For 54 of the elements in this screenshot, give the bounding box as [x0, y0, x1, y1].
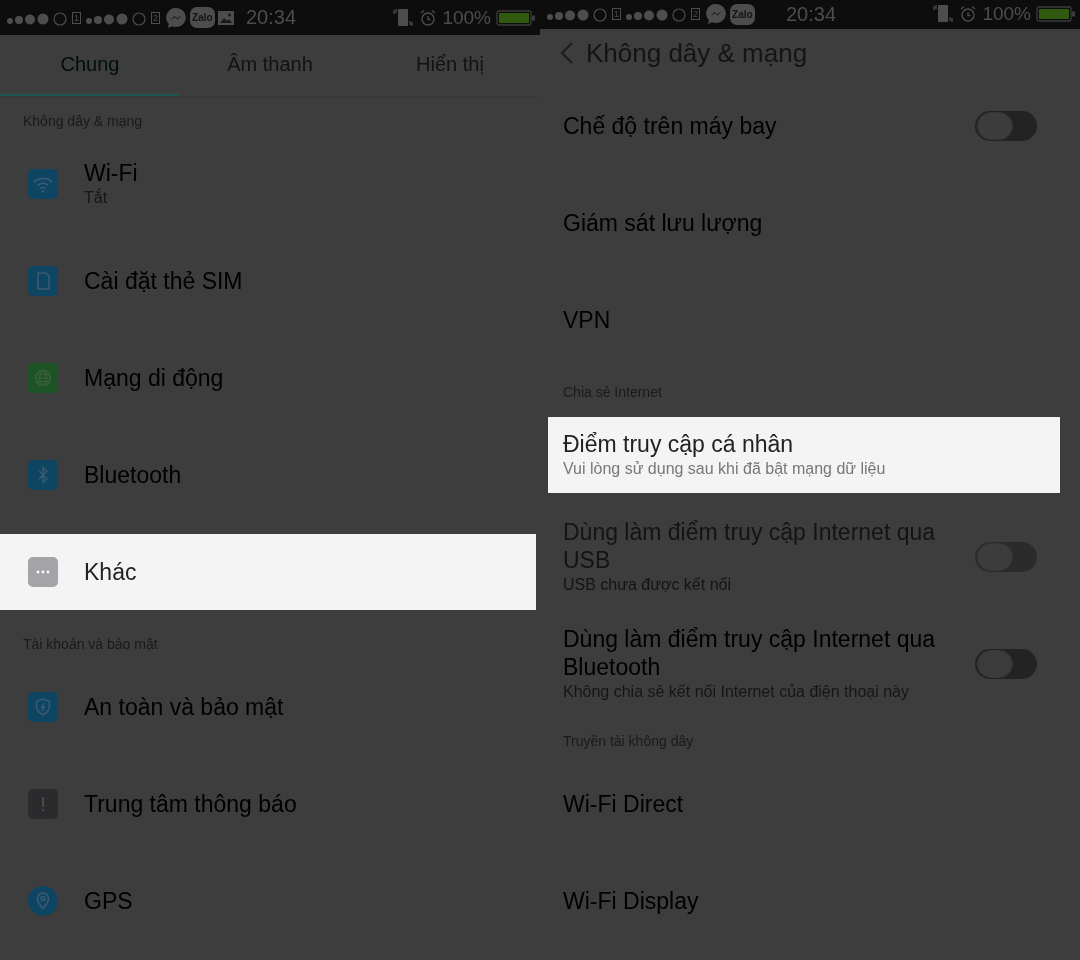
row-title: Điểm truy cập cá nhân	[563, 430, 795, 458]
signal-dots-icon	[6, 9, 70, 26]
row-title: Dùng làm điểm truy cập Internet qua Bluetooth	[563, 625, 937, 681]
settings-row[interactable]: Mạng di động	[0, 340, 536, 416]
row-title: Wi-Fi Display	[563, 887, 700, 915]
app-notification-icon: Zalo	[190, 7, 215, 29]
sim-slot-badge: 1	[72, 11, 81, 24]
settings-row[interactable]: GPS	[0, 863, 536, 939]
toggle-switch[interactable]	[975, 649, 1037, 679]
back-icon	[560, 41, 574, 66]
signal-dots-icon	[546, 6, 610, 23]
settings-row[interactable]: Wi-Fi Display	[548, 863, 1060, 939]
clock-time: 20:34	[245, 6, 297, 30]
settings-row[interactable]: An toàn và bảo mật	[0, 669, 536, 745]
settings-row[interactable]: Trung tâm thông báo	[0, 766, 536, 842]
settings-row[interactable]: Wi-Fi Direct	[548, 766, 1060, 842]
battery-icon	[1036, 5, 1076, 24]
row-title: Khác	[84, 558, 138, 586]
row-title: Chế độ trên máy bay	[563, 112, 778, 140]
sim-slot-badge: 1	[612, 8, 621, 21]
row-title: Giám sát lưu lượng	[563, 209, 764, 237]
vibrate-icon	[932, 4, 955, 25]
settings-row[interactable]: Khác	[0, 534, 536, 610]
row-title: An toàn và bảo mật	[84, 693, 285, 721]
app-notification-icon: Zalo	[730, 3, 755, 25]
vibrate-icon	[392, 7, 415, 28]
row-title: Wi-Fi	[84, 159, 139, 187]
settings-row[interactable]: Chế độ trên máy bay	[548, 88, 1060, 164]
chat-bubble-icon	[164, 5, 189, 30]
battery-percent: 100%	[442, 6, 491, 29]
settings-row[interactable]: Cài đặt thẻ SIM	[0, 243, 536, 319]
clock-time: 20:34	[785, 2, 837, 26]
row-title: Wi-Fi Direct	[563, 790, 685, 818]
toggle-switch[interactable]	[975, 111, 1037, 141]
row-title: Mạng di động	[84, 364, 225, 392]
row-title: GPS	[84, 887, 134, 915]
image-icon	[216, 8, 235, 27]
row-subtitle: Vui lòng sử dụng sau khi đã bật mạng dữ liệu	[563, 459, 887, 479]
back-button[interactable]	[560, 41, 574, 66]
alarm-clock-icon	[959, 5, 978, 24]
row-title: VPN	[563, 306, 612, 334]
signal-dots-icon	[625, 6, 689, 23]
settings-row[interactable]: Giám sát lưu lượng	[548, 185, 1060, 261]
settings-row[interactable]: Điểm truy cập cá nhân Vui lòng sử dụng sau khi đã bật mạng dữ liệu	[548, 417, 1060, 493]
settings-row[interactable]: VPN	[548, 282, 1060, 358]
row-title: Trung tâm thông báo	[84, 790, 298, 818]
settings-row[interactable]: Bluetooth	[0, 437, 536, 513]
row-title: Bluetooth	[84, 461, 183, 489]
battery-icon	[496, 8, 536, 27]
alarm-clock-icon	[419, 8, 438, 27]
battery-percent: 100%	[982, 3, 1031, 26]
signal-dots-icon	[85, 9, 149, 26]
tab[interactable]: Chung	[0, 35, 180, 96]
row-title: Cài đặt thẻ SIM	[84, 267, 244, 295]
